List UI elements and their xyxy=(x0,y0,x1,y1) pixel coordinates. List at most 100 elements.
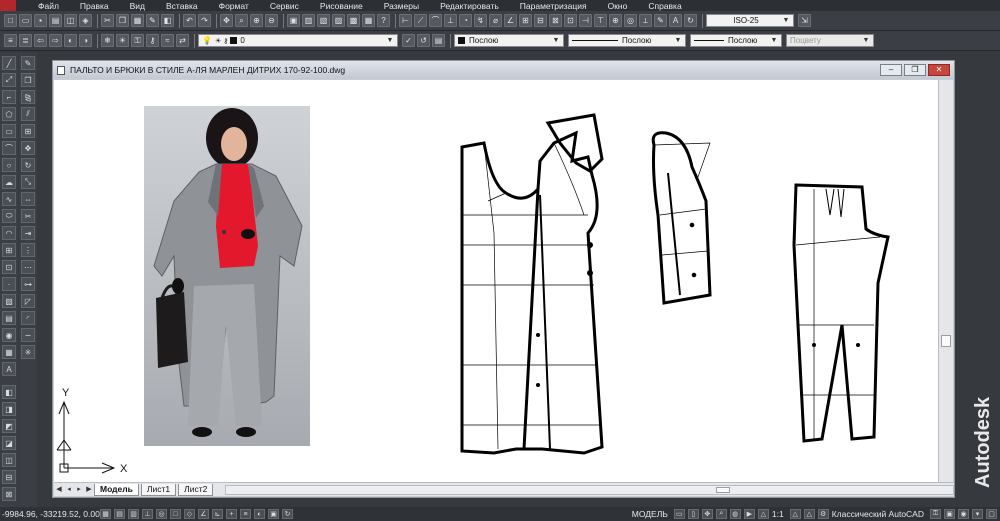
ellipse-arc-icon[interactable]: ◠ xyxy=(2,226,16,240)
layer-lock-icon[interactable]: ⚿ xyxy=(131,34,144,47)
last-tab-icon[interactable]: ▶ xyxy=(84,485,94,495)
isolate-objects-icon[interactable]: ◉ xyxy=(958,509,969,519)
mirror-icon[interactable]: ⧎ xyxy=(21,90,35,104)
layer-match-icon[interactable]: ≈ xyxy=(161,34,174,47)
quick-dim-icon[interactable]: ⊞ xyxy=(519,14,532,27)
dim-continue-icon[interactable]: ⊠ xyxy=(549,14,562,27)
menu-dimension[interactable]: Размеры xyxy=(384,1,419,11)
dim-space-icon[interactable]: ⊡ xyxy=(564,14,577,27)
layer-dropdown[interactable]: 💡 ☀ ⚷ 0 ▼ xyxy=(198,34,398,47)
model-space-toggle[interactable]: МОДЕЛЬ xyxy=(632,509,668,519)
tool-palettes-icon[interactable]: ▧ xyxy=(317,14,330,27)
layer-off-icon[interactable]: ☀ xyxy=(116,34,129,47)
infer-constraints-icon[interactable]: ▦ xyxy=(100,509,111,519)
tab-sheet1[interactable]: Лист1 xyxy=(140,483,177,496)
move-icon[interactable]: ✥ xyxy=(21,141,35,155)
quick-properties-icon[interactable]: ▣ xyxy=(268,509,279,519)
tab-sheet2[interactable]: Лист2 xyxy=(178,483,214,496)
steering-wheel-icon[interactable]: ◍ xyxy=(729,509,741,519)
menu-format[interactable]: Формат xyxy=(219,1,249,11)
menu-modify[interactable]: Редактировать xyxy=(440,1,499,11)
make-block-icon[interactable]: ⊡ xyxy=(2,260,16,274)
quick-view-drawings-icon[interactable]: ▯ xyxy=(687,509,699,519)
menu-window[interactable]: Окно xyxy=(608,1,628,11)
ellipse-icon[interactable]: ⬭ xyxy=(2,209,16,223)
chamfer-icon[interactable]: ◸ xyxy=(21,294,35,308)
sheet-set-icon[interactable]: ▨ xyxy=(332,14,345,27)
mtext-icon[interactable]: A xyxy=(2,362,16,376)
break-icon[interactable]: ⋯ xyxy=(21,260,35,274)
scale-icon[interactable]: ⤡ xyxy=(21,175,35,189)
layer-unlock-icon[interactable]: ⚷ xyxy=(146,34,159,47)
layer-walk-icon[interactable]: ⇨ xyxy=(49,34,62,47)
next-tab-icon[interactable]: ▸ xyxy=(74,485,84,495)
make-current-icon[interactable]: ✓ xyxy=(402,34,415,47)
otrack-icon[interactable]: ∠ xyxy=(198,509,209,519)
horizontal-scrollbar[interactable] xyxy=(225,484,954,495)
construction-line-icon[interactable]: ⤢ xyxy=(2,73,16,87)
markup-icon[interactable]: ▩ xyxy=(347,14,360,27)
zoom-window-icon[interactable]: ⊕ xyxy=(250,14,263,27)
annotation-visibility-icon[interactable]: △ xyxy=(789,509,801,519)
trim-icon[interactable]: ✂ xyxy=(21,209,35,223)
grid-icon[interactable]: ▥ xyxy=(128,509,139,519)
stretch-icon[interactable]: ⇔ xyxy=(21,192,35,206)
dim-diameter-icon[interactable]: ⌀ xyxy=(489,14,502,27)
dim-break-icon[interactable]: ⊣ xyxy=(579,14,592,27)
annotation-scale-value[interactable]: 1:1 xyxy=(772,509,784,519)
workspace-name[interactable]: Классический AutoCAD xyxy=(832,509,924,519)
layer-off-tool-icon[interactable]: ◩ xyxy=(2,419,16,433)
dimstyle-dropdown[interactable]: ISO-25 ▼ xyxy=(706,14,794,27)
extend-icon[interactable]: ⇥ xyxy=(21,226,35,240)
annotation-scale-icon[interactable]: △ xyxy=(757,509,769,519)
jogged-linear-icon[interactable]: ⟂ xyxy=(639,14,652,27)
ortho-icon[interactable]: ⊥ xyxy=(142,509,153,519)
erase-icon[interactable]: ✎ xyxy=(21,56,35,70)
layer-delete-icon[interactable]: ⊠ xyxy=(2,487,16,501)
3d-osnap-icon[interactable]: ◇ xyxy=(184,509,195,519)
join-icon[interactable]: ⊶ xyxy=(21,277,35,291)
menu-draw[interactable]: Рисование xyxy=(320,1,363,11)
model-space-canvas[interactable]: Y X xyxy=(54,80,939,482)
plotstyle-dropdown[interactable]: Поцвету ▼ xyxy=(786,34,874,47)
offset-icon[interactable]: ⫽ xyxy=(21,107,35,121)
revision-cloud-icon[interactable]: ☁ xyxy=(2,175,16,189)
publish-icon[interactable]: ◈ xyxy=(79,14,92,27)
copy-icon[interactable]: ❐ xyxy=(116,14,129,27)
horizontal-scroll-thumb[interactable] xyxy=(716,486,731,493)
rectangle-icon[interactable]: ▭ xyxy=(2,124,16,138)
dim-aligned-icon[interactable]: ⟋ xyxy=(414,14,427,27)
color-dropdown[interactable]: Послою ▼ xyxy=(454,34,564,47)
zoom-realtime-icon[interactable]: ⌕ xyxy=(235,14,248,27)
osnap-icon[interactable]: □ xyxy=(170,509,181,519)
layer-state-icon[interactable]: ≣ xyxy=(19,34,32,47)
restore-button[interactable]: ❐ xyxy=(904,64,926,76)
dim-edit-icon[interactable]: ✎ xyxy=(654,14,667,27)
dimension-style-icon[interactable]: ⇲ xyxy=(798,14,811,27)
print-icon[interactable]: ▤ xyxy=(49,14,62,27)
ducs-icon[interactable]: ⊾ xyxy=(212,509,223,519)
workspace-switch-icon[interactable]: ⚙ xyxy=(817,509,829,519)
explode-icon[interactable]: ✳ xyxy=(21,345,35,359)
arc-icon[interactable]: ⌒ xyxy=(2,141,16,155)
tolerance-icon[interactable]: ⊤ xyxy=(594,14,607,27)
vertical-scroll-thumb[interactable] xyxy=(941,335,951,347)
dim-radius-icon[interactable]: ◔ xyxy=(459,14,472,27)
save-icon[interactable]: ▪ xyxy=(34,14,47,27)
redo-icon[interactable]: ↷ xyxy=(198,14,211,27)
linetype-dropdown[interactable]: Послою ▼ xyxy=(568,34,686,47)
dim-jogged-icon[interactable]: ↯ xyxy=(474,14,487,27)
status-menu-icon[interactable]: ▾ xyxy=(972,509,983,519)
circle-icon[interactable]: ○ xyxy=(2,158,16,172)
layer-properties-icon[interactable]: ≡ xyxy=(4,34,17,47)
polygon-icon[interactable]: ⬠ xyxy=(2,107,16,121)
open-file-icon[interactable]: ▭ xyxy=(19,14,32,27)
zoom-status-icon[interactable]: ⌕ xyxy=(715,509,727,519)
layer-lock-tool-icon[interactable]: ◫ xyxy=(2,453,16,467)
dyn-input-icon[interactable]: + xyxy=(226,509,237,519)
break-point-icon[interactable]: ⋮ xyxy=(21,243,35,257)
menu-insert[interactable]: Вставка xyxy=(166,1,198,11)
paste-icon[interactable]: ▦ xyxy=(131,14,144,27)
layer-manager-icon[interactable]: ▤ xyxy=(432,34,445,47)
new-file-icon[interactable]: □ xyxy=(4,14,17,27)
